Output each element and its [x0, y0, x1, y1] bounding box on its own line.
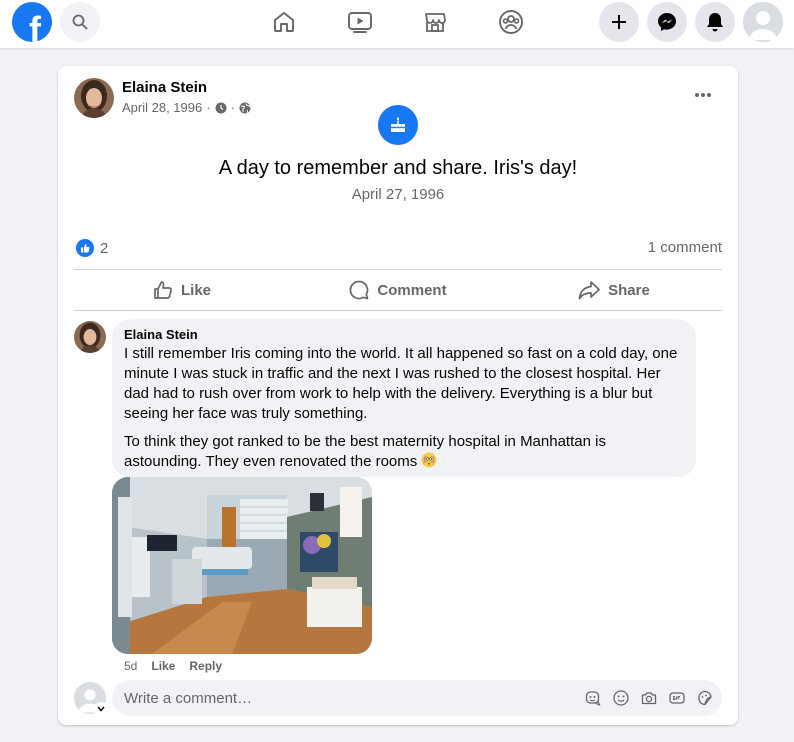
facebook-logo[interactable]: f — [12, 2, 52, 42]
post-date[interactable]: April 28, 1996 — [122, 100, 202, 115]
sticker-button[interactable] — [696, 689, 714, 707]
plus-icon — [612, 15, 626, 29]
comment-photo-hospital-room[interactable] — [112, 477, 372, 654]
create-button[interactable] — [599, 2, 639, 42]
commenter-photo-icon — [74, 321, 106, 353]
profile-switch-button[interactable] — [94, 702, 108, 716]
post-card: Elaina Stein April 28, 1996 · · A day to… — [58, 66, 738, 725]
comment-input[interactable] — [124, 689, 564, 707]
life-event-badge — [378, 105, 418, 145]
search-button[interactable] — [60, 2, 100, 42]
comment-bubble: Elaina Stein I still remember Iris comin… — [112, 319, 696, 477]
like-reaction-icon — [76, 239, 94, 257]
flushed-face-emoji-icon — [421, 452, 437, 468]
groups-nav-button[interactable] — [497, 8, 525, 36]
comment-count[interactable]: 1 comment — [648, 239, 722, 256]
messenger-button[interactable] — [647, 2, 687, 42]
life-event-title: A day to remember and share. Iris's day! — [218, 157, 578, 179]
groups-icon — [499, 10, 523, 34]
post-options-button[interactable] — [688, 83, 718, 107]
comment-label: Comment — [377, 281, 447, 299]
write-comment-box — [112, 680, 722, 716]
author-photo-icon — [74, 78, 114, 118]
globe-icon — [239, 102, 251, 113]
emoji-button[interactable] — [612, 689, 630, 707]
comment-age[interactable]: 5d — [124, 659, 137, 673]
post-meta: April 28, 1996 · · — [122, 100, 251, 115]
comment-text: I still remember Iris coming into the wo… — [124, 344, 684, 472]
like-count: 2 — [100, 239, 109, 257]
account-avatar-icon — [743, 2, 783, 42]
home-nav-button[interactable] — [270, 8, 298, 36]
divider-bottom — [74, 310, 722, 311]
avatar-sticker-button[interactable] — [584, 689, 602, 707]
comment-paragraph-1: I still remember Iris coming into the wo… — [124, 345, 678, 422]
messenger-icon — [658, 13, 676, 31]
facebook-logo-letter: f — [29, 9, 41, 43]
clock-icon — [215, 102, 227, 113]
camera-icon — [641, 692, 657, 705]
gif-icon — [669, 692, 685, 704]
smiley-icon — [613, 690, 629, 706]
photo-button[interactable] — [640, 689, 658, 707]
chevron-down-icon — [97, 706, 105, 712]
author-avatar[interactable] — [74, 78, 114, 118]
cake-icon — [390, 117, 406, 132]
reactions-summary[interactable]: 2 — [76, 239, 108, 257]
gif-button[interactable] — [668, 689, 686, 707]
commenter-avatar[interactable] — [74, 321, 106, 353]
life-event-date: April 27, 1996 — [351, 186, 445, 203]
share-button[interactable]: Share — [506, 270, 722, 310]
more-options-icon — [695, 93, 711, 97]
comment-paragraph-2: To think they got ranked to be the best … — [124, 432, 684, 472]
author-name[interactable]: Elaina Stein — [122, 79, 207, 96]
avatar-sticker-icon — [585, 691, 601, 706]
marketplace-nav-button[interactable] — [421, 8, 449, 36]
watch-icon — [348, 12, 372, 33]
like-label: Like — [180, 281, 211, 299]
bell-icon — [707, 13, 723, 32]
thumbs-up-icon — [154, 281, 172, 299]
share-arrow-icon — [578, 281, 600, 300]
meta-separator-2: · — [230, 100, 235, 115]
meta-separator: · — [206, 100, 211, 115]
comment-bubble-icon — [350, 280, 369, 300]
notifications-button[interactable] — [695, 2, 735, 42]
comment-button[interactable]: Comment — [290, 270, 506, 310]
post-actions: Like Comment Share — [74, 270, 722, 310]
commenter-name[interactable]: Elaina Stein — [124, 327, 684, 343]
search-icon — [72, 14, 88, 30]
home-icon — [274, 12, 294, 32]
comment-like-button[interactable]: Like — [151, 659, 175, 673]
sticker-icon — [698, 690, 712, 706]
like-button[interactable]: Like — [74, 270, 290, 310]
comment-paragraph-2-text: To think they got ranked to be the best … — [124, 433, 606, 470]
comment-reply-button[interactable]: Reply — [189, 659, 222, 673]
account-button[interactable] — [743, 2, 783, 42]
comment-input-tools — [584, 689, 714, 707]
marketplace-icon — [425, 13, 446, 32]
top-navigation-bar: f — [0, 0, 794, 48]
watch-nav-button[interactable] — [346, 8, 374, 36]
share-label: Share — [608, 281, 650, 299]
comment-footer: 5d Like Reply — [124, 659, 222, 673]
